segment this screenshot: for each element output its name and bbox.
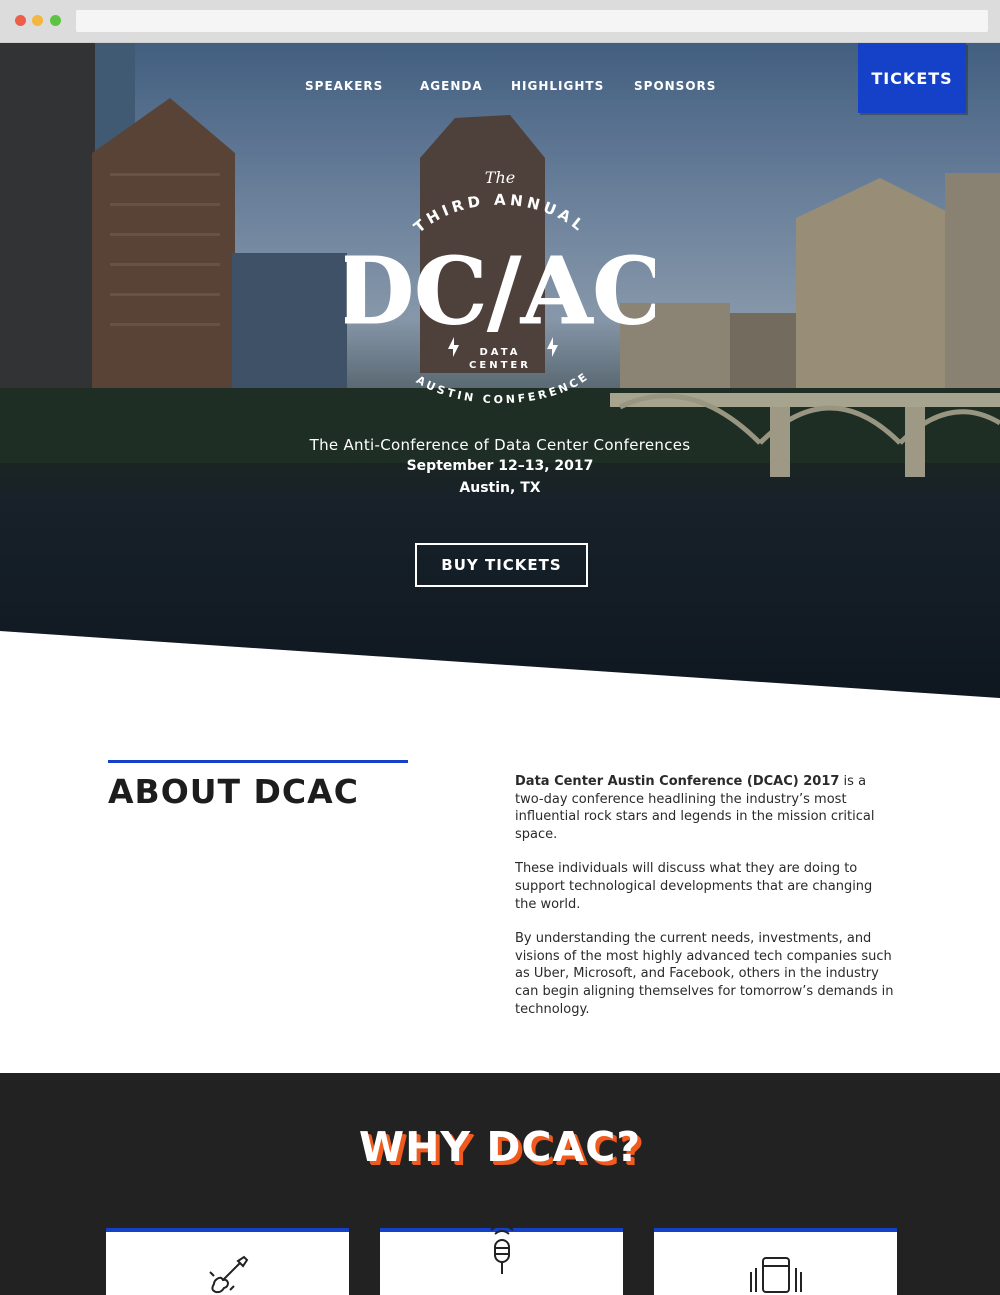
svg-text:AUSTIN CONFERENCE: AUSTIN CONFERENCE xyxy=(414,369,592,406)
buy-tickets-button[interactable]: BUY TICKETS xyxy=(415,543,588,587)
hero-dates: September 12–13, 2017 xyxy=(406,458,594,474)
logo-arc-bottom-text: AUSTIN CONFERENCE xyxy=(414,369,589,406)
about-lead-bold: Data Center Austin Conference (DCAC) 201… xyxy=(515,774,840,789)
minimize-window-dot[interactable] xyxy=(32,15,43,26)
logo-arc-top-text: THIRD ANNUAL xyxy=(410,191,586,237)
about-paragraph-2: These individuals will discuss what they… xyxy=(515,861,873,912)
logo-main-text: DC/AC xyxy=(345,237,655,345)
about-paragraph-3: By understanding the current needs, inve… xyxy=(515,931,894,1017)
close-window-dot[interactable] xyxy=(15,15,26,26)
hero-section: SPEAKERS AGENDA HIGHLIGHTS SPONSORS TICK… xyxy=(0,43,1000,698)
why-card-guitar xyxy=(106,1228,349,1295)
guitar-icon xyxy=(208,1255,248,1294)
svg-text:THIRD ANNUAL: THIRD ANNUAL xyxy=(410,191,590,237)
why-section: WHY DCAC? xyxy=(0,1073,1000,1295)
hero-tagline: The Anti-Conference of Data Center Confe… xyxy=(309,436,691,454)
dcac-logo: The THIRD ANNUAL DC/AC DATA CENTER AUSTI… xyxy=(345,168,655,406)
microphone-icon xyxy=(489,1226,514,1274)
logo-the-text: The xyxy=(485,168,515,187)
about-divider xyxy=(108,760,408,763)
logo-data-text: DATA xyxy=(479,347,520,358)
why-title: WHY DCAC? xyxy=(358,1123,642,1171)
about-title: ABOUT DCAC xyxy=(108,772,359,811)
maximize-window-dot[interactable] xyxy=(50,15,61,26)
browser-chrome xyxy=(0,0,1000,43)
nav-sponsors[interactable]: SPONSORS xyxy=(634,79,716,93)
amplifier-icon xyxy=(749,1257,802,1293)
why-card-microphone xyxy=(380,1226,623,1295)
why-card-amplifier xyxy=(654,1228,897,1295)
about-description: Data Center Austin Conference (DCAC) 201… xyxy=(515,773,895,1035)
tickets-button[interactable]: TICKETS xyxy=(858,43,966,113)
address-bar[interactable] xyxy=(76,10,988,32)
nav-agenda[interactable]: AGENDA xyxy=(420,79,483,93)
about-paragraph-1: Data Center Austin Conference (DCAC) 201… xyxy=(515,773,895,843)
hero-location: Austin, TX xyxy=(459,480,541,496)
nav-speakers[interactable]: SPEAKERS xyxy=(305,79,383,93)
nav-highlights[interactable]: HIGHLIGHTS xyxy=(511,79,604,93)
logo-center-text: CENTER xyxy=(469,360,531,371)
